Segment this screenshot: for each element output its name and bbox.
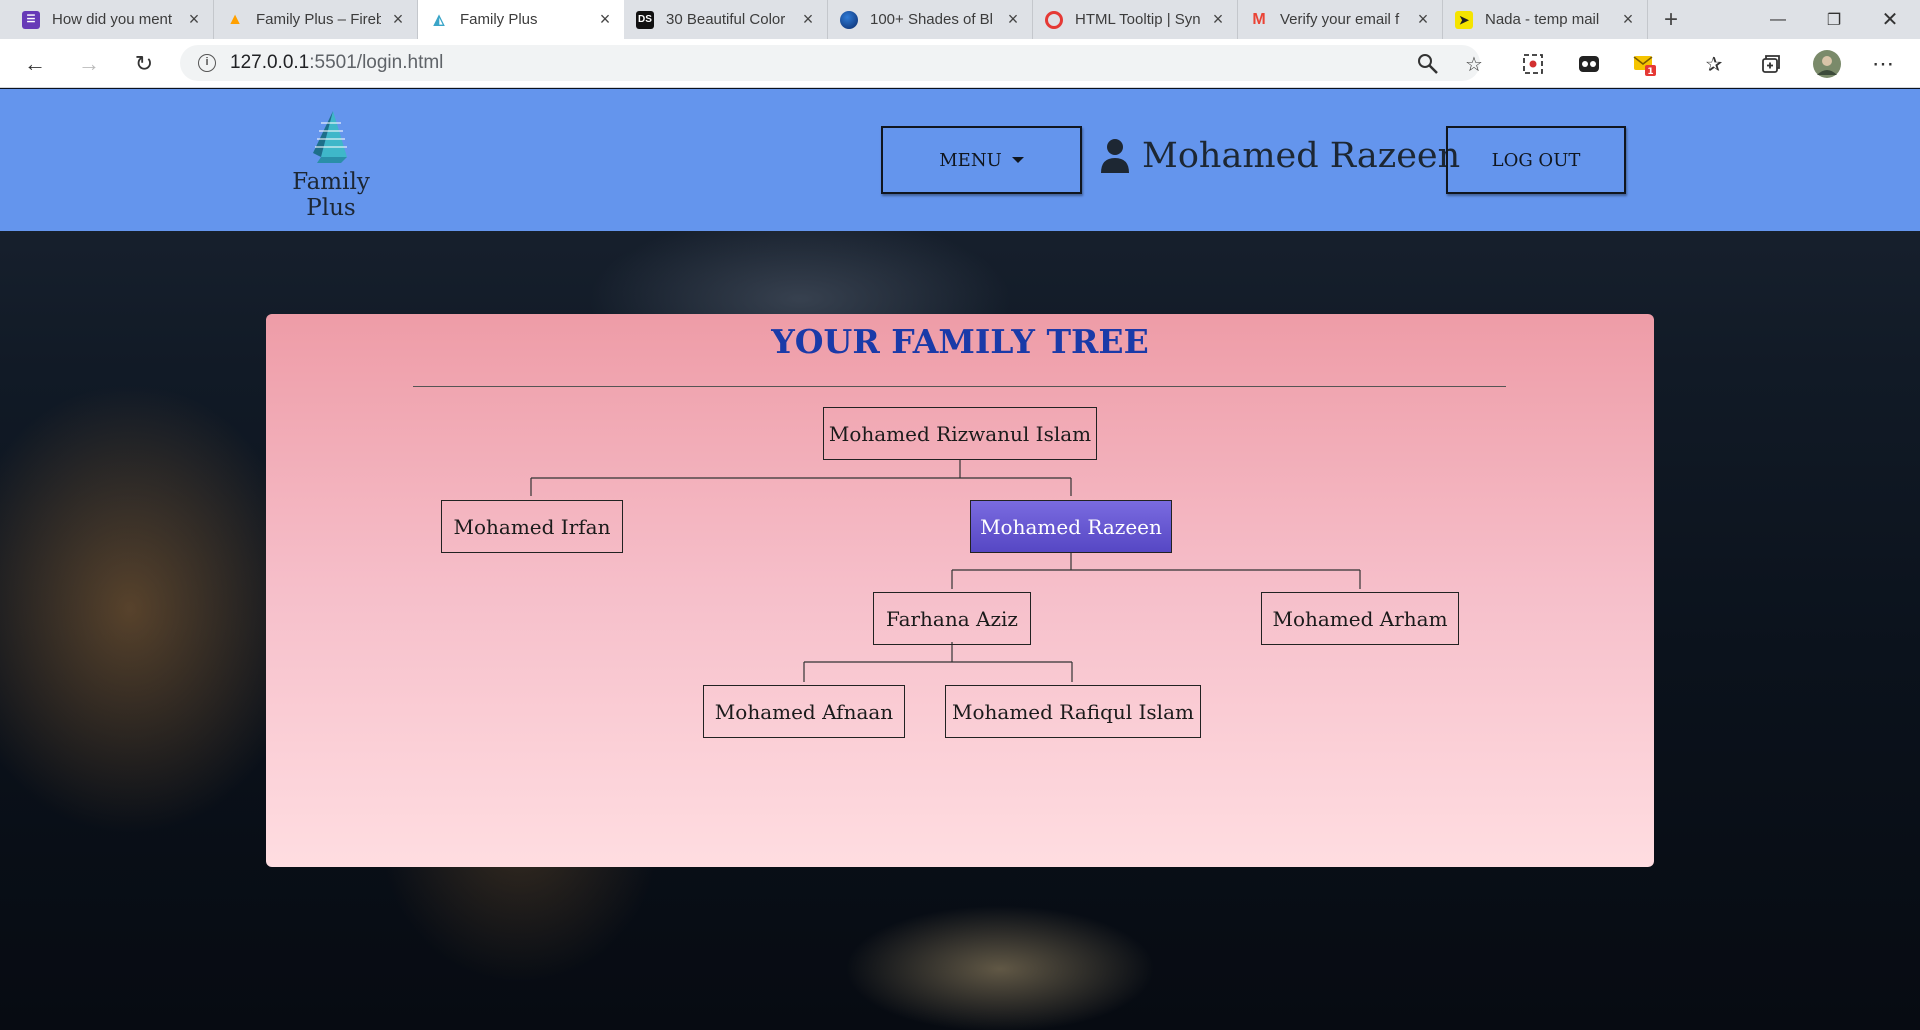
gmail-icon: M — [1252, 10, 1266, 28]
mail-extension-icon[interactable]: 1 — [1627, 47, 1661, 81]
browser-tab-2[interactable]: ▲ Family Plus – Fireb × — [214, 0, 418, 39]
screenshot-icon[interactable] — [1516, 47, 1550, 81]
tab-title: 30 Beautiful Color — [666, 11, 786, 28]
browser-tab-6[interactable]: HTML Tooltip | Syn × — [1033, 0, 1238, 39]
more-options-icon[interactable]: ⋯ — [1866, 47, 1900, 81]
close-window-button[interactable]: ✕ — [1862, 0, 1918, 39]
minimize-button[interactable]: — — [1750, 0, 1806, 39]
logo-icon — [313, 111, 347, 163]
syncfusion-icon — [1045, 10, 1063, 29]
reload-button[interactable]: ↻ — [127, 47, 161, 81]
close-icon[interactable]: × — [1414, 9, 1432, 30]
tree-node-root[interactable]: Mohamed Rizwanul Islam — [823, 407, 1097, 460]
browser-tab-4[interactable]: DS 30 Beautiful Color × — [624, 0, 828, 39]
forward-button[interactable]: → — [72, 47, 106, 81]
browser-tab-7[interactable]: M Verify your email f × — [1238, 0, 1443, 39]
browser-tab-1[interactable]: ☰ How did you ment × — [10, 0, 214, 39]
url-path: :5501/login.html — [309, 52, 444, 73]
logout-button[interactable]: LOG OUT — [1446, 126, 1626, 194]
new-tab-button[interactable]: + — [1656, 0, 1686, 39]
tree-node-grandchild-1[interactable]: Mohamed Afnaan — [703, 685, 905, 738]
tree-node-self[interactable]: Mohamed Razeen — [970, 500, 1172, 553]
extension-icon[interactable] — [1572, 47, 1606, 81]
zoom-icon[interactable] — [1411, 47, 1445, 81]
tab-title: 100+ Shades of Bl — [870, 11, 994, 28]
browser-tab-bar: ☰ How did you ment × ▲ Family Plus – Fir… — [0, 0, 1920, 39]
tab-title: Nada - temp mail — [1485, 11, 1600, 28]
tab-title: How did you ment — [52, 11, 173, 28]
tab-title: HTML Tooltip | Syn — [1075, 11, 1201, 28]
user-name: Mohamed Razeen — [1142, 136, 1461, 176]
tab-title: Family Plus – Fireb — [256, 11, 381, 28]
browser-tab-8[interactable]: ➤ Nada - temp mail × — [1443, 0, 1648, 39]
family-tree-card: YOUR FAMILY TREE Mohamed Rizwanul Islam … — [266, 314, 1654, 867]
menu-button[interactable]: MENU — [881, 126, 1082, 194]
close-icon[interactable]: × — [799, 9, 817, 30]
page-background: Family Plus MENU Mohamed Razeen LOG OUT … — [0, 89, 1920, 1030]
firebase-icon: ▲ — [227, 10, 243, 28]
close-icon[interactable]: × — [1619, 9, 1637, 30]
family-plus-icon: ◭ — [433, 11, 445, 27]
address-bar[interactable]: i 127.0.0.1:5501/login.html — [180, 45, 1480, 81]
close-icon[interactable]: × — [185, 9, 203, 30]
user-icon — [1101, 139, 1129, 173]
site-header: Family Plus MENU Mohamed Razeen LOG OUT — [0, 89, 1920, 231]
logout-label: LOG OUT — [1491, 149, 1581, 171]
url-text: 127.0.0.1:5501/login.html — [230, 52, 443, 74]
tab-title: Family Plus — [460, 11, 538, 28]
ds-icon: DS — [636, 10, 654, 29]
browser-tab-5[interactable]: 100+ Shades of Bl × — [828, 0, 1033, 39]
browser-tab-3-active[interactable]: ◭ Family Plus × — [418, 0, 624, 39]
menu-label: MENU — [939, 149, 1002, 171]
tree-node-child[interactable]: Mohamed Arham — [1261, 592, 1459, 645]
restore-button[interactable]: ❐ — [1806, 0, 1862, 39]
close-icon[interactable]: × — [1209, 9, 1227, 30]
notification-count: 1 — [1647, 67, 1653, 76]
tree-node-grandchild-2[interactable]: Mohamed Rafiqul Islam — [945, 685, 1201, 738]
close-icon[interactable]: × — [1004, 9, 1022, 30]
nada-icon: ➤ — [1455, 10, 1473, 29]
browser-toolbar: ← → ↻ i 127.0.0.1:5501/login.html ☆ 1 ✰ … — [0, 39, 1920, 88]
favorite-star-icon[interactable]: ☆ — [1457, 47, 1491, 81]
tab-title: Verify your email f — [1280, 11, 1400, 28]
tree-node-spouse[interactable]: Farhana Aziz — [873, 592, 1031, 645]
tree-node-sibling[interactable]: Mohamed Irfan — [441, 500, 623, 553]
logo-text: Family Plus — [292, 169, 370, 221]
form-icon: ☰ — [22, 10, 40, 29]
collections-icon[interactable] — [1753, 47, 1787, 81]
caret-down-icon — [1011, 157, 1024, 163]
user-info: Mohamed Razeen — [1100, 126, 1460, 186]
tree-connector-lines — [530, 460, 1361, 682]
url-host: 127.0.0.1 — [230, 52, 310, 73]
globe-icon — [840, 10, 858, 29]
favorites-list-icon[interactable]: ✰ — [1697, 47, 1731, 81]
close-icon[interactable]: × — [596, 9, 614, 30]
site-logo[interactable]: Family Plus — [264, 109, 398, 221]
info-icon[interactable]: i — [198, 54, 216, 72]
profile-avatar-icon[interactable] — [1810, 47, 1844, 81]
close-icon[interactable]: × — [389, 9, 407, 30]
back-button[interactable]: ← — [18, 47, 52, 81]
